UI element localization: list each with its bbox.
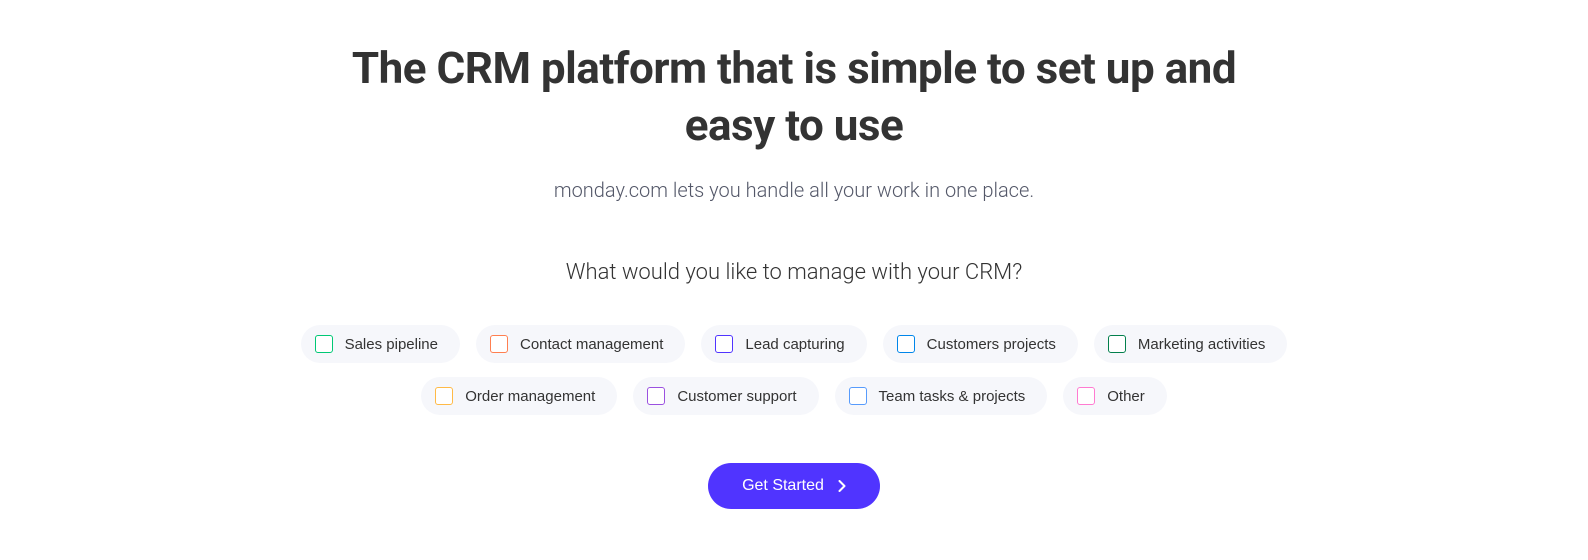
arrow-right-icon	[838, 480, 846, 492]
option-contact-management[interactable]: Contact management	[476, 325, 685, 363]
option-sales-pipeline[interactable]: Sales pipeline	[301, 325, 460, 363]
option-label: Customers projects	[927, 336, 1056, 353]
option-label: Sales pipeline	[345, 336, 438, 353]
checkbox-icon	[490, 335, 508, 353]
option-customer-support[interactable]: Customer support	[633, 377, 818, 415]
checkbox-icon	[435, 387, 453, 405]
page-subheadline: monday.com lets you handle all your work…	[554, 178, 1034, 202]
page-headline: The CRM platform that is simple to set u…	[344, 40, 1244, 154]
option-label: Contact management	[520, 336, 663, 353]
checkbox-icon	[1077, 387, 1095, 405]
cta-label: Get Started	[742, 477, 824, 495]
options-row-1: Sales pipeline Contact management Lead c…	[301, 325, 1288, 363]
option-label: Other	[1107, 388, 1145, 405]
option-label: Marketing activities	[1138, 336, 1266, 353]
checkbox-icon	[315, 335, 333, 353]
options-row-2: Order management Customer support Team t…	[421, 377, 1167, 415]
option-lead-capturing[interactable]: Lead capturing	[701, 325, 866, 363]
option-label: Team tasks & projects	[879, 388, 1026, 405]
checkbox-icon	[849, 387, 867, 405]
question-prompt: What would you like to manage with your …	[566, 260, 1022, 285]
checkbox-icon	[647, 387, 665, 405]
checkbox-icon	[715, 335, 733, 353]
option-order-management[interactable]: Order management	[421, 377, 617, 415]
checkbox-icon	[1108, 335, 1126, 353]
checkbox-icon	[897, 335, 915, 353]
option-team-tasks-projects[interactable]: Team tasks & projects	[835, 377, 1048, 415]
option-marketing-activities[interactable]: Marketing activities	[1094, 325, 1288, 363]
option-other[interactable]: Other	[1063, 377, 1167, 415]
option-label: Order management	[465, 388, 595, 405]
option-label: Customer support	[677, 388, 796, 405]
option-customers-projects[interactable]: Customers projects	[883, 325, 1078, 363]
option-label: Lead capturing	[745, 336, 844, 353]
get-started-button[interactable]: Get Started	[708, 463, 880, 509]
options-container: Sales pipeline Contact management Lead c…	[301, 325, 1288, 415]
